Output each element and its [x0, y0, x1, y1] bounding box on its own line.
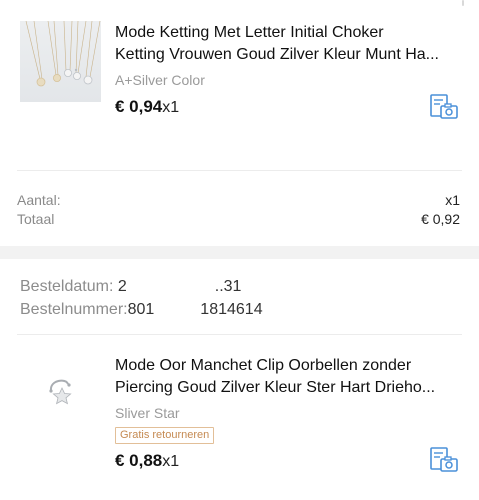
snapshot-icon [430, 447, 458, 472]
total-value: € 0,92 [421, 211, 460, 227]
product-title-line2: Ketting Vrouwen Goud Zilver Kleur Munt H… [115, 46, 439, 63]
product-title[interactable]: Mode Ketting Met Letter Initial Choker K… [115, 22, 460, 66]
order-date: Besteldatum: 2 ..31 [20, 278, 241, 296]
order-number-label: Bestelnummer: [20, 301, 128, 318]
product-image-ear-cuff[interactable] [20, 354, 101, 435]
product-qty: x1 [162, 99, 180, 116]
order-number-value: 801 [127, 301, 155, 318]
redacted-block [126, 279, 215, 294]
product-title-line1: Mode Oor Manchet Clip Oorbellen zonder [115, 357, 412, 374]
order-date-tail: ..31 [214, 278, 242, 295]
product-qty: x1 [162, 453, 180, 470]
ear-cuff-icon [49, 379, 72, 405]
snapshot-icon [430, 94, 458, 119]
order-number: Bestelnummer:801 1814614 [20, 301, 263, 319]
product-title[interactable]: Mode Oor Manchet Clip Oorbellen zonder P… [115, 355, 460, 399]
product-variant: Sliver Star [115, 405, 180, 421]
divider [17, 334, 462, 335]
order-date-label: Besteldatum: [20, 278, 114, 295]
product-price-row: € 0,88x1 [115, 451, 179, 471]
necklace-icon [25, 21, 101, 87]
order-number-tail: 1814614 [200, 301, 263, 318]
product-variant: A+Silver Color [115, 72, 205, 88]
quantity-value: x1 [445, 192, 460, 208]
section-separator [0, 246, 479, 259]
total-label: Totaal [17, 211, 55, 227]
quantity-label: Aantal: [17, 192, 61, 208]
product-image-necklace[interactable] [20, 21, 101, 102]
product-price-row: € 0,94x1 [115, 97, 179, 117]
product-title-line2: Piercing Goud Zilver Kleur Ster Hart Dri… [115, 379, 436, 396]
product-title-line1: Mode Ketting Met Letter Initial Choker [115, 24, 384, 41]
snapshot-button[interactable] [429, 94, 459, 120]
redacted-block [154, 302, 201, 317]
divider [17, 170, 462, 171]
order-date-value: 2 [117, 278, 127, 295]
scrollbar-top [462, 0, 464, 6]
snapshot-button[interactable] [429, 447, 459, 473]
free-return-badge: Gratis retourneren [115, 427, 215, 444]
product-price: € 0,94 [115, 97, 163, 116]
product-price: € 0,88 [115, 451, 163, 470]
